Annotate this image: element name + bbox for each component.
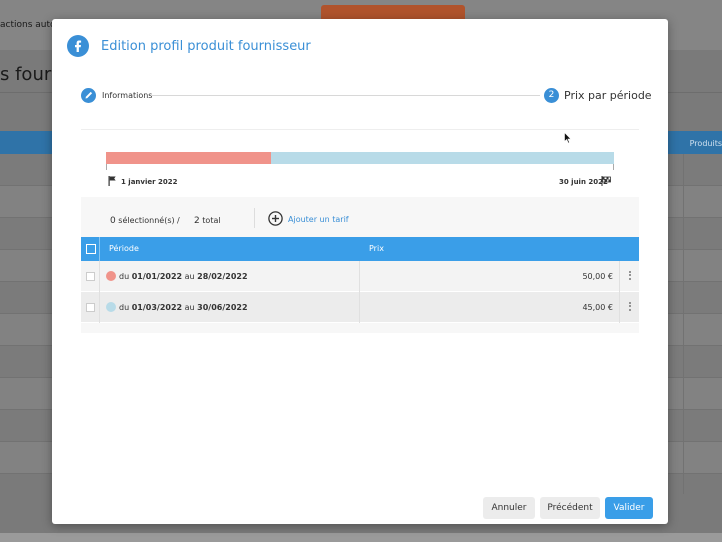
modal-title: Edition profil produit fournisseur — [101, 39, 311, 54]
edit-supplier-product-modal: Edition profil produit fournisseur Infor… — [52, 19, 668, 524]
period-color-dot — [106, 271, 116, 281]
step-2-number: 2 — [544, 88, 559, 103]
count-separator: / — [177, 216, 180, 225]
table-footer — [81, 323, 639, 333]
timeline-segment-1 — [106, 152, 271, 164]
table-toolbar: 0 sélectionné(s) / 2 total Ajouter un ta… — [81, 197, 639, 237]
price-periods-table: Période Prix du 01/01/2022 au 28/02/2022… — [81, 237, 639, 333]
period-start: 01/03/2022 — [131, 303, 183, 312]
period-range: du 01/03/2022 au 30/06/2022 — [119, 303, 248, 312]
row-divider — [359, 261, 360, 292]
timeline-end-tick — [613, 164, 614, 170]
flag-icon — [108, 176, 116, 186]
selected-count-label: sélectionné(s) — [118, 216, 175, 225]
background-bottom-strip — [0, 533, 722, 542]
row-price: 45,00 € — [582, 303, 613, 312]
add-tariff-button[interactable]: Ajouter un tarif — [288, 215, 349, 224]
column-header-prix[interactable]: Prix — [369, 244, 384, 253]
header-divider — [99, 237, 100, 261]
period-du: du — [119, 272, 130, 281]
stepper-connector — [152, 95, 540, 96]
period-end: 30/06/2022 — [197, 303, 248, 312]
period-start: 01/01/2022 — [131, 272, 183, 281]
select-all-checkbox[interactable] — [86, 244, 96, 254]
period-color-dot — [106, 302, 116, 312]
timeline-start-label: 1 janvier 2022 — [121, 178, 178, 186]
timeline-start-tick — [106, 164, 107, 170]
total-count-number: 2 — [194, 216, 200, 226]
total-count-label: total — [202, 216, 221, 225]
row-menu-icon[interactable] — [627, 269, 633, 284]
toolbar-divider — [254, 208, 255, 228]
selected-count-number: 0 — [110, 216, 116, 226]
period-au: au — [184, 303, 195, 312]
row-divider — [359, 292, 360, 323]
period-au: au — [184, 272, 195, 281]
app-logo-icon — [67, 35, 89, 57]
table-header: Période Prix — [81, 237, 639, 261]
table-row[interactable]: du 01/01/2022 au 28/02/2022 50,00 € — [81, 261, 639, 292]
period-end: 28/02/2022 — [197, 272, 248, 281]
row-checkbox[interactable] — [86, 303, 95, 312]
mouse-cursor-icon — [564, 132, 572, 144]
period-range: du 01/01/2022 au 28/02/2022 — [119, 272, 248, 281]
step-1-label[interactable]: Informations — [102, 91, 152, 100]
background-table-header-text: Produits — [689, 139, 722, 148]
selected-count: 0 sélectionné(s) — [110, 216, 175, 226]
checkered-flag-icon — [601, 176, 611, 186]
row-divider — [619, 261, 620, 292]
add-circle-icon[interactable] — [268, 211, 283, 226]
row-divider — [99, 261, 100, 292]
row-checkbox[interactable] — [86, 272, 95, 281]
table-row[interactable]: du 01/03/2022 au 30/06/2022 45,00 € — [81, 292, 639, 323]
validate-button[interactable]: Valider — [605, 497, 653, 519]
row-divider — [99, 292, 100, 323]
row-menu-icon[interactable] — [627, 300, 633, 315]
row-price: 50,00 € — [582, 272, 613, 281]
step-2-label: Prix par période — [564, 89, 652, 102]
cancel-button[interactable]: Annuler — [483, 497, 535, 519]
previous-button[interactable]: Précédent — [540, 497, 600, 519]
total-count: 2 total — [194, 216, 221, 226]
row-divider — [619, 292, 620, 323]
price-period-timeline — [106, 152, 614, 164]
period-du: du — [119, 303, 130, 312]
timeline-segment-2 — [271, 152, 614, 164]
section-divider — [81, 129, 639, 130]
column-header-periode[interactable]: Période — [109, 244, 139, 253]
step-1-edit-icon[interactable] — [81, 88, 96, 103]
background-column-divider — [683, 154, 684, 494]
